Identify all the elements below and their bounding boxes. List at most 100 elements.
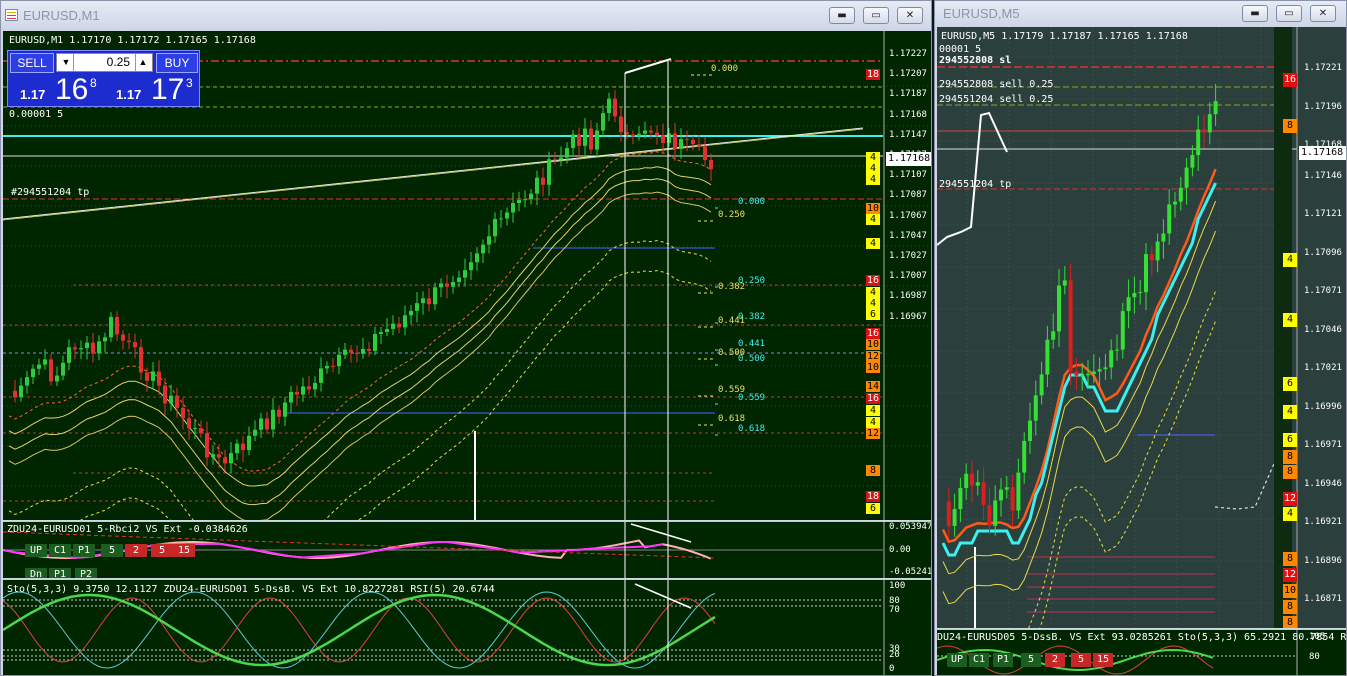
candle-body: [121, 334, 125, 341]
minimize-button[interactable]: ▬: [1242, 5, 1268, 22]
level-badge: 12: [866, 428, 880, 439]
window-title: EURUSD,M1: [23, 8, 100, 23]
signal-button: 5: [101, 544, 123, 557]
sell-price[interactable]: 1.17 16 8: [10, 73, 104, 106]
candle-body: [661, 135, 665, 143]
candle-body: [415, 303, 419, 311]
sell-button[interactable]: SELL: [10, 53, 54, 73]
fib-level-label: 0.500: [738, 354, 766, 364]
price-tick-label: 1.16971: [1304, 440, 1342, 450]
candle-body: [673, 133, 677, 149]
level-badge: 4: [866, 287, 880, 298]
candle-body: [1022, 440, 1027, 473]
lot-increase-icon[interactable]: ▲: [135, 54, 150, 71]
candle-body: [379, 332, 383, 335]
chart-header: EURUSD,M5 1.17179 1.17187 1.17165 1.1716…: [941, 31, 1188, 42]
candle-body: [547, 159, 551, 185]
level-badge: 4: [866, 174, 880, 185]
level-badge: 6: [1283, 377, 1297, 391]
m5-axis-80: 80: [1309, 652, 1320, 662]
close-button[interactable]: ✕: [897, 7, 923, 24]
candle-body: [487, 236, 491, 245]
fib-level-label: 0.250: [718, 210, 746, 220]
window-titlebar[interactable]: EURUSD,M5 ▬ ▭ ✕: [935, 1, 1346, 27]
candle-body: [391, 323, 395, 329]
level-badge: 6: [1283, 433, 1297, 447]
lot-size-input[interactable]: ▼ 0.25 ▲: [56, 53, 153, 72]
candle-body: [1074, 371, 1079, 376]
price-tick-label: 1.17196: [1304, 101, 1342, 112]
stochastic-main: [3, 591, 716, 669]
level-badge: 8: [1283, 600, 1297, 614]
candle-body: [631, 134, 635, 137]
candle-body: [1138, 292, 1143, 294]
m5-indicator-pane[interactable]: DU24-EURUSD05 5-DssB. VS Ext 93.0285261 …: [937, 629, 1346, 675]
level-badge: 4: [1283, 405, 1297, 419]
price-tick-label: 1.17071: [1304, 286, 1342, 296]
candle-body: [595, 130, 599, 150]
candle-body: [1190, 155, 1195, 168]
chart-window-eurusd-m1[interactable]: EURUSD,M1 ▬ ▭ ✕ EURUSD,M1 1.17170 1.1717…: [0, 0, 932, 676]
candle-body: [73, 347, 77, 350]
candle-body: [1062, 280, 1067, 286]
close-button[interactable]: ✕: [1310, 5, 1336, 22]
signal-button: Dn: [25, 568, 47, 578]
candle-body: [601, 113, 605, 131]
window-titlebar[interactable]: EURUSD,M1 ▬ ▭ ✕: [1, 1, 931, 31]
chart-window-eurusd-m5[interactable]: EURUSD,M5 ▬ ▭ ✕ EURUSD,M5 1.17179 1.1718…: [934, 0, 1347, 676]
level-badge: 4: [866, 152, 880, 163]
minimize-button[interactable]: ▬: [829, 7, 855, 24]
sell-price-prefix: 1.17: [20, 87, 46, 102]
moving-average: [8, 178, 712, 506]
maximize-button[interactable]: ▭: [863, 7, 889, 24]
candle-body: [505, 212, 509, 219]
buy-price-prefix: 1.17: [116, 87, 142, 102]
candle-body: [337, 354, 341, 367]
candle-body: [1184, 167, 1189, 188]
candle-body: [19, 385, 23, 398]
level-badge: 10: [1283, 584, 1297, 598]
price-tick-label: 1.17087: [889, 190, 927, 201]
candle-body: [163, 385, 167, 404]
signal-button: P1: [73, 544, 95, 557]
point-info: 0.00001 5: [9, 109, 64, 120]
fib-level-label: 0.618: [738, 424, 766, 434]
candle-body: [964, 473, 969, 488]
signal-button: P2: [75, 568, 97, 578]
candle-body: [397, 323, 401, 328]
candle-body: [1132, 292, 1137, 298]
candle-body: [199, 428, 203, 434]
candle-body: [31, 368, 35, 378]
current-price-label: 1.17168: [886, 152, 931, 166]
candle-body: [1202, 129, 1206, 133]
candle-body: [367, 348, 371, 351]
candle-body: [25, 377, 29, 386]
current-price-label: 1.17168: [1299, 146, 1346, 160]
m5-price-chart[interactable]: EURUSD,M5 1.17179 1.17187 1.17165 1.1716…: [937, 27, 1346, 628]
price-tick-label: 1.17046: [1304, 324, 1342, 335]
signal-button: C1: [969, 653, 989, 667]
candle-body: [211, 454, 215, 458]
candle-body: [958, 487, 963, 510]
candle-body: [999, 489, 1003, 501]
rbci-indicator-pane[interactable]: ZDU24-EURUSD01 5-Rbci2 VS Ext -0.0384626…: [3, 521, 931, 578]
candle-body: [13, 390, 17, 398]
level-badge: 14: [866, 381, 880, 392]
price-tick-label: 1.17027: [889, 251, 927, 261]
candle-body: [331, 365, 335, 367]
stochastic-indicator-pane[interactable]: Sto(5,3,3) 9.3750 12.1127 ZDU24-EURUSD01…: [3, 579, 931, 675]
maximize-button[interactable]: ▭: [1276, 5, 1302, 22]
candle-body: [499, 218, 503, 220]
candle-body: [283, 402, 287, 417]
candle-body: [1120, 311, 1125, 350]
price-tick-label: 1.16996: [1304, 401, 1342, 412]
price-tick-label: 1.16896: [1304, 555, 1342, 566]
candle-body: [325, 365, 329, 369]
buy-button[interactable]: BUY: [156, 53, 198, 73]
candle-body: [403, 315, 407, 328]
window-title: EURUSD,M5: [943, 6, 1020, 21]
buy-price[interactable]: 1.17 17 3: [106, 73, 198, 106]
candle-body: [625, 132, 629, 135]
signal-button: C1: [49, 544, 71, 557]
candle-body: [61, 362, 65, 376]
